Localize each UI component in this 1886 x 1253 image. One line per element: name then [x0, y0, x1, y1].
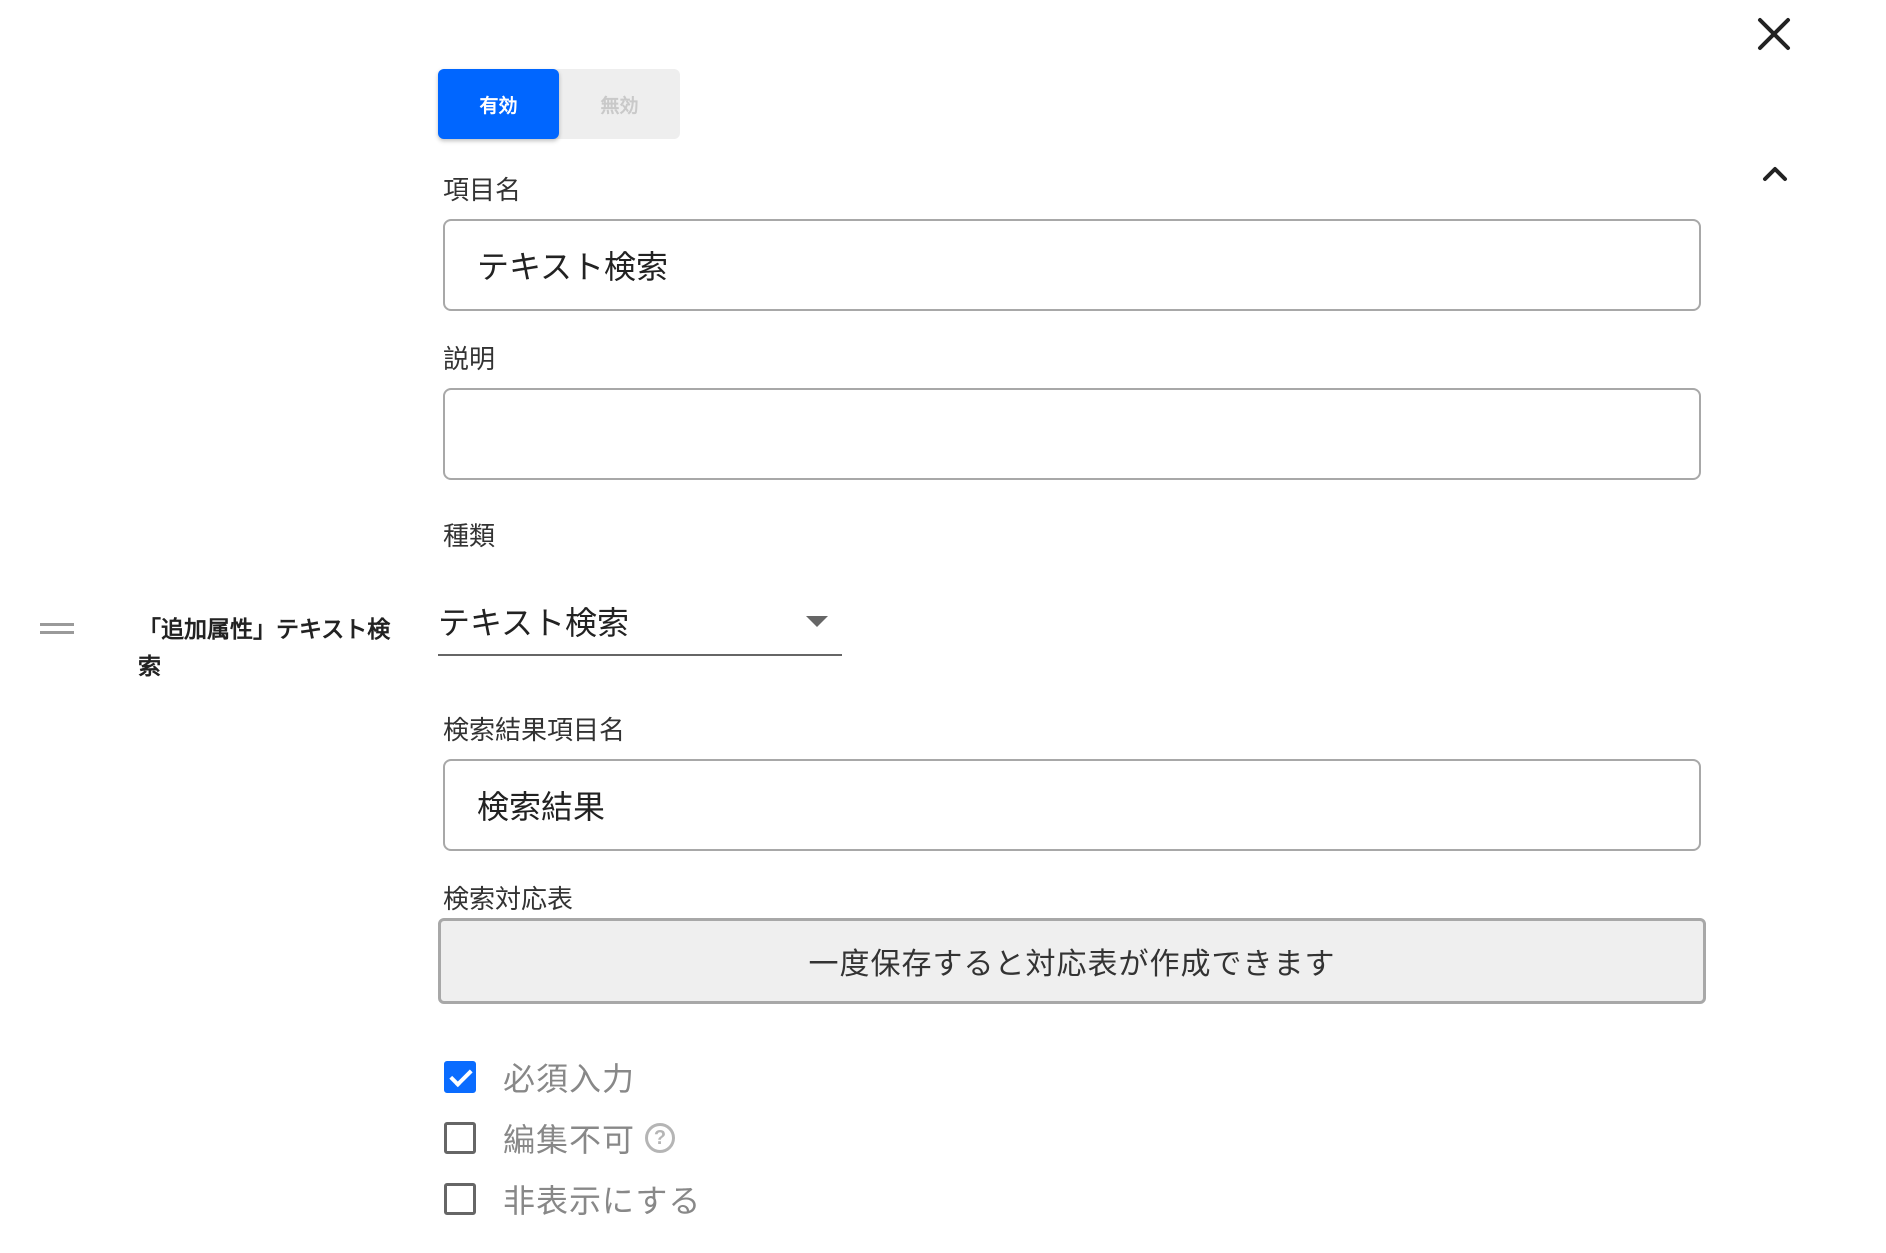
create-table-button[interactable]: 一度保存すると対応表が作成できます — [438, 918, 1706, 1004]
chevron-up-icon[interactable] — [1762, 164, 1788, 182]
result-item-name-input[interactable] — [443, 759, 1701, 851]
toggle-enabled-button[interactable]: 有効 — [438, 69, 559, 139]
required-checkbox-row[interactable]: 必須入力 — [444, 1057, 636, 1098]
hidden-label: 非表示にする — [503, 1182, 702, 1220]
item-name-input[interactable] — [443, 219, 1701, 311]
status-toggle: 有効 無効 — [438, 69, 680, 139]
row-title: 「追加属性」テキスト検索 — [138, 617, 391, 680]
type-select-value: テキスト検索 — [438, 604, 630, 642]
description-label: 説明 — [443, 345, 496, 375]
required-checkbox[interactable] — [444, 1061, 476, 1093]
readonly-label: 編集不可 — [503, 1121, 636, 1159]
description-input[interactable] — [443, 388, 1701, 480]
close-icon[interactable] — [1754, 14, 1794, 54]
dropdown-arrow-icon — [806, 616, 828, 627]
readonly-checkbox-row[interactable]: 編集不可 ? — [444, 1118, 676, 1159]
item-name-label: 項目名 — [443, 176, 522, 206]
result-item-name-label: 検索結果項目名 — [443, 716, 626, 746]
hidden-checkbox[interactable] — [444, 1183, 476, 1215]
readonly-checkbox[interactable] — [444, 1122, 476, 1154]
toggle-disabled-button[interactable]: 無効 — [559, 69, 680, 139]
search-table-label: 検索対応表 — [443, 885, 574, 915]
drag-handle-icon[interactable] — [40, 623, 74, 635]
help-icon[interactable]: ? — [645, 1123, 676, 1153]
hidden-checkbox-row[interactable]: 非表示にする — [444, 1179, 702, 1220]
type-select[interactable]: テキスト検索 — [438, 588, 842, 656]
required-label: 必須入力 — [503, 1060, 636, 1098]
type-label: 種類 — [443, 522, 496, 552]
